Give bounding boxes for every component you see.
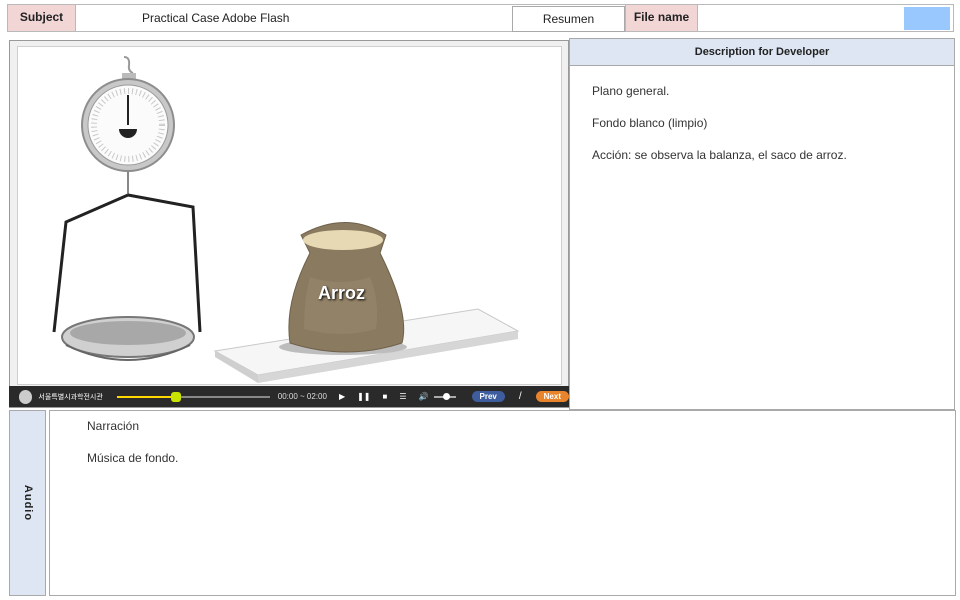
- audio-notes: Narración Música de fondo.: [49, 410, 956, 596]
- seek-bar-fill: [116, 395, 176, 398]
- next-button[interactable]: Next: [535, 391, 569, 402]
- audio-line: Narración: [87, 419, 140, 433]
- subject-label: Subject: [7, 4, 76, 32]
- prev-button[interactable]: Prev: [471, 391, 505, 402]
- audio-label: Audio: [9, 410, 46, 596]
- audio-line: Música de fondo.: [87, 451, 179, 465]
- player-brand: 서울특별시과학전시관: [38, 393, 103, 401]
- museum-logo-icon: [19, 389, 33, 404]
- description-panel: Description for Developer Plano general.…: [569, 38, 955, 410]
- stop-icon[interactable]: ■: [383, 392, 388, 401]
- pause-icon[interactable]: ❚❚: [357, 392, 370, 401]
- player-bar: 서울특별시과학전시관 00:00 ~ 02:00 ▶ ❚❚ ■ ☰ 🔊 Prev…: [9, 386, 569, 407]
- description-line: Acción: se observa la balanza, el saco d…: [592, 148, 847, 162]
- volume-slider[interactable]: [434, 392, 456, 400]
- seek-bar[interactable]: [116, 391, 270, 402]
- volume-knob[interactable]: [443, 392, 451, 400]
- time-display: 00:00 ~ 02:00: [277, 392, 327, 401]
- scale-illustration: [52, 56, 202, 361]
- description-line: Plano general.: [592, 84, 670, 98]
- menu-icon[interactable]: ☰: [399, 392, 406, 401]
- resumen-button[interactable]: Resumen: [512, 6, 625, 32]
- file-name-label: File name: [625, 4, 698, 32]
- seek-knob[interactable]: [170, 391, 181, 402]
- description-line: Fondo blanco (limpio): [592, 116, 708, 130]
- page-separator: /: [518, 391, 522, 402]
- play-icon[interactable]: ▶: [339, 392, 345, 401]
- stage-canvas: Arroz: [17, 46, 562, 385]
- color-swatch: [904, 7, 950, 30]
- stage-illustration: [52, 56, 520, 383]
- audio-label-text: Audio: [21, 484, 34, 522]
- rice-sack-label: Arroz: [318, 283, 366, 303]
- volume-icon[interactable]: 🔊: [419, 392, 429, 401]
- description-title: Description for Developer: [570, 39, 954, 66]
